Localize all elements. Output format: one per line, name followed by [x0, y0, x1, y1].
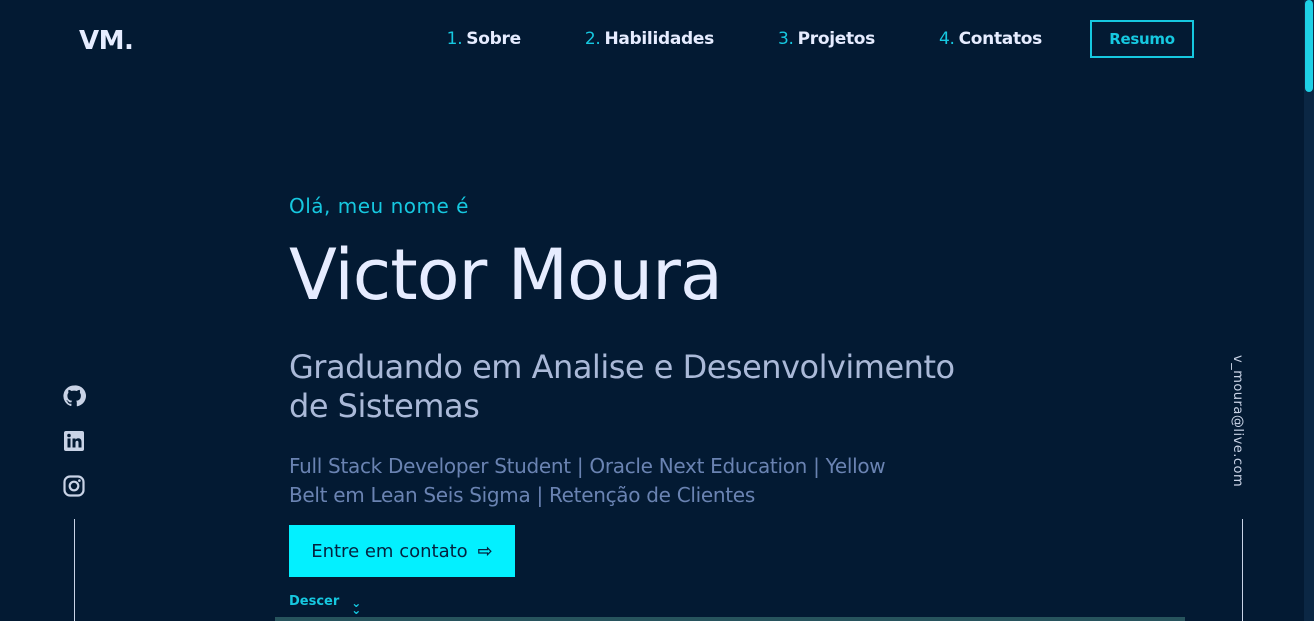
nav-number: 4. — [938, 29, 955, 49]
nav-label: Habilidades — [604, 29, 714, 49]
nav-link-projetos[interactable]: 3. Projetos — [778, 29, 875, 49]
contact-button-label: Entre em contato — [311, 540, 468, 562]
nav-link-contatos[interactable]: 4. Contatos — [939, 29, 1042, 49]
arrow-right-icon: ⇨ — [477, 540, 493, 562]
hero-greeting: Olá, meu nome é — [289, 194, 469, 218]
site-logo[interactable]: VM. — [79, 26, 134, 56]
nav-link-sobre[interactable]: 1. Sobre — [447, 29, 521, 49]
scroll-down-link[interactable]: Descer ⌄ ⌄ — [289, 594, 361, 615]
nav-label: Projetos — [797, 29, 876, 49]
left-divider-line — [74, 519, 75, 621]
right-divider-line — [1242, 519, 1243, 621]
nav-label: Contatos — [958, 29, 1043, 49]
linkedin-icon[interactable] — [62, 429, 86, 453]
nav-number: 3. — [777, 29, 794, 49]
hero-subtitle: Graduando em Analise e Desenvolvimento d… — [289, 348, 955, 425]
hero-name: Victor Moura — [289, 234, 723, 316]
nav-link-habilidades[interactable]: 2. Habilidades — [585, 29, 714, 49]
scrollbar[interactable] — [1304, 0, 1314, 621]
social-links — [62, 384, 86, 519]
scrollbar-thumb[interactable] — [1305, 0, 1313, 92]
scroll-down-label: Descer — [289, 594, 340, 609]
instagram-icon[interactable] — [62, 474, 86, 498]
hero-description: Full Stack Developer Student | Oracle Ne… — [289, 454, 886, 507]
double-chevron-down-icon: ⌄ ⌄ — [351, 595, 362, 617]
resume-button[interactable]: Resumo — [1090, 20, 1194, 58]
contact-button[interactable]: Entre em contato ⇨ — [289, 525, 515, 577]
email-link[interactable]: v_moura@live.com — [1230, 355, 1245, 487]
nav-number: 2. — [584, 29, 601, 49]
github-icon[interactable] — [62, 384, 86, 408]
nav-number: 1. — [446, 29, 463, 49]
next-section-preview — [275, 617, 1185, 621]
nav-label: Sobre — [466, 29, 521, 49]
top-navigation: 1. Sobre 2. Habilidades 3. Projetos 4. C… — [383, 20, 1194, 58]
